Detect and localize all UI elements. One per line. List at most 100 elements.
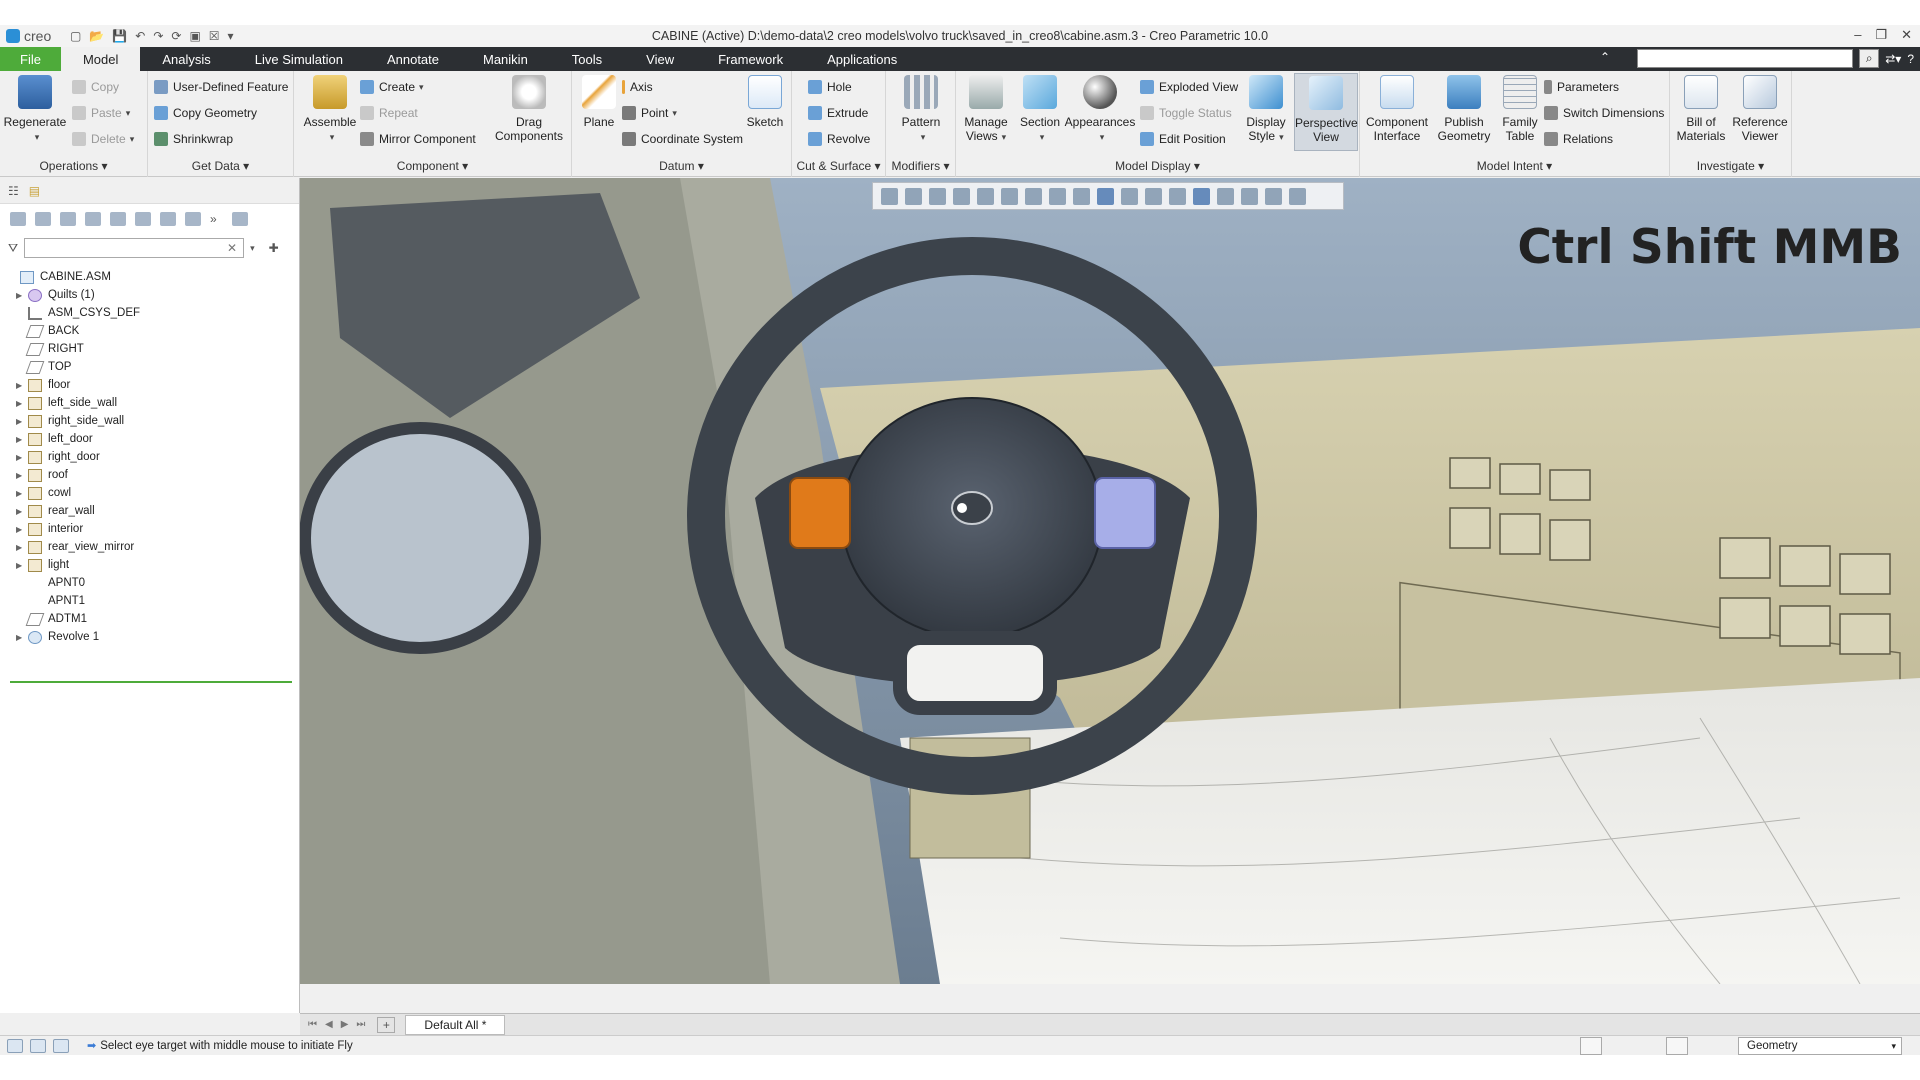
explode-icon[interactable] (1193, 187, 1210, 205)
tree-settings-icon[interactable] (10, 212, 26, 226)
view-manager-icon[interactable] (1025, 187, 1042, 205)
regenerate-button[interactable]: Regenerate ▾ (3, 75, 67, 144)
expand-arrow-icon[interactable]: ▶ (16, 543, 28, 552)
close-button[interactable]: ✕ (1901, 27, 1912, 43)
tab-default-all[interactable]: Default All * (405, 1014, 506, 1035)
reference-viewer-button[interactable]: Reference Viewer (1730, 75, 1790, 143)
component-interface-button[interactable]: Component Interface (1362, 75, 1432, 143)
tree-item-apnt1[interactable]: APNT1 (0, 592, 299, 610)
group-datum-label[interactable]: Datum ▾ (572, 159, 791, 173)
tree-item-roof[interactable]: ▶ roof (0, 466, 299, 484)
tree-filter-icon[interactable] (110, 212, 126, 226)
tree-item-rear-view-mirror[interactable]: ▶ rear_view_mirror (0, 538, 299, 556)
toggle-navigator-icon[interactable] (7, 1038, 23, 1053)
minimize-button[interactable]: – (1854, 27, 1861, 43)
expand-arrow-icon[interactable]: ▶ (16, 381, 28, 390)
tree-item-floor[interactable]: ▶ floor (0, 376, 299, 394)
expand-arrow-icon[interactable]: ▶ (16, 435, 28, 444)
tree-item-light[interactable]: ▶ light (0, 556, 299, 574)
annotation-display-icon[interactable] (1121, 187, 1138, 205)
perspective-icon[interactable] (1049, 187, 1066, 205)
prev-tab-icon[interactable]: ◀ (325, 1019, 333, 1030)
close-toolbar-icon[interactable] (1289, 187, 1306, 205)
tab-applications[interactable]: Applications (805, 47, 919, 71)
group-get-data-label[interactable]: Get Data ▾ (148, 159, 293, 173)
tab-framework[interactable]: Framework (696, 47, 805, 71)
customize-icon[interactable]: ▾ (228, 29, 234, 43)
overflow-chevron-icon[interactable]: » (210, 212, 217, 226)
tree-item-right[interactable]: RIGHT (0, 340, 299, 358)
restore-button[interactable]: ❐ (1875, 27, 1887, 43)
copy-button[interactable]: Copy (72, 77, 119, 97)
model-tree-tab-icon[interactable]: ☷ (8, 184, 19, 198)
switch-dimensions-button[interactable]: Switch Dimensions (1544, 103, 1664, 123)
search-input[interactable] (1637, 49, 1854, 68)
expand-arrow-icon[interactable]: ▶ (16, 471, 28, 480)
tab-model[interactable]: Model (60, 47, 141, 71)
group-model-display-label[interactable]: Model Display ▾ (956, 159, 1359, 173)
revolve-button[interactable]: Revolve (808, 129, 870, 149)
funnel-icon[interactable]: ⛛ (8, 241, 18, 256)
folder-browser-tab-icon[interactable]: ▤ (29, 184, 40, 198)
tree-item-apnt0[interactable]: APNT0 (0, 574, 299, 592)
find-icon[interactable] (1580, 1037, 1602, 1055)
tab-tools[interactable]: Tools (550, 47, 624, 71)
manage-views-button[interactable]: Manage Views ▾ (958, 75, 1014, 144)
tab-annotate[interactable]: Annotate (365, 47, 461, 71)
expand-arrow-icon[interactable]: ▶ (16, 525, 28, 534)
selection-filter-select[interactable]: Geometry ▾ (1738, 1037, 1902, 1055)
tree-expand-icon[interactable] (35, 212, 51, 226)
expand-arrow-icon[interactable]: ▶ (16, 633, 28, 642)
shrinkwrap-button[interactable]: Shrinkwrap (154, 129, 233, 149)
spin-center-icon[interactable] (1073, 187, 1090, 205)
truck-cab-model[interactable] (300, 178, 1920, 984)
search-dropdown-icon[interactable]: ▾ (250, 243, 255, 254)
tab-live-simulation[interactable]: Live Simulation (233, 47, 365, 71)
right-spoke-buttons[interactable] (1094, 477, 1156, 549)
full-screen-icon[interactable] (53, 1038, 69, 1053)
windows-icon[interactable]: ▣ (189, 29, 200, 43)
copy-geometry-button[interactable]: Copy Geometry (154, 103, 257, 123)
datum-display-icon[interactable] (1097, 187, 1114, 205)
tree-item-left-side-wall[interactable]: ▶ left_side_wall (0, 394, 299, 412)
tree-item-interior[interactable]: ▶ interior (0, 520, 299, 538)
expand-arrow-icon[interactable]: ▶ (16, 291, 28, 300)
user-defined-feature-button[interactable]: User-Defined Feature (154, 77, 288, 97)
left-spoke-buttons[interactable] (789, 477, 851, 549)
edit-position-button[interactable]: Edit Position (1140, 129, 1226, 149)
tree-item-quilts-1[interactable]: ▶ Quilts (1) (0, 286, 299, 304)
help-icon[interactable]: ? (1907, 52, 1914, 66)
tree-item-back[interactable]: BACK (0, 322, 299, 340)
tab-file[interactable]: File (0, 47, 61, 71)
section-toggle-icon[interactable] (1169, 187, 1186, 205)
pause-icon[interactable] (1265, 187, 1282, 205)
selection-list-icon[interactable] (1666, 1037, 1688, 1055)
extrude-button[interactable]: Extrude (808, 103, 868, 123)
tree-more-icon[interactable] (185, 212, 201, 226)
point-button[interactable]: Point ▾ (622, 103, 677, 123)
publish-geometry-button[interactable]: Publish Geometry (1432, 75, 1496, 143)
toggle-status-button[interactable]: Toggle Status (1140, 103, 1232, 123)
tree-collapse-icon[interactable] (60, 212, 76, 226)
tree-columns-icon[interactable] (85, 212, 101, 226)
drag-components-button[interactable]: Drag Components (490, 75, 568, 143)
tree-options-icon[interactable] (231, 212, 248, 226)
appearances-button[interactable]: Appearances ▾ (1064, 75, 1136, 144)
group-component-label[interactable]: Component ▾ (294, 159, 571, 173)
group-investigate-label[interactable]: Investigate ▾ (1670, 159, 1791, 173)
first-tab-icon[interactable]: ⏮ (308, 1019, 317, 1030)
tree-layers-icon[interactable] (160, 212, 176, 226)
sketch-display-icon[interactable] (1145, 187, 1162, 205)
lightweight-icon[interactable] (1241, 187, 1258, 205)
tree-item-rear-wall[interactable]: ▶ rear_wall (0, 502, 299, 520)
display-style-button[interactable]: Display Style ▾ (1238, 75, 1294, 144)
expand-arrow-icon[interactable]: ▶ (16, 453, 28, 462)
appearance-icon[interactable] (1217, 187, 1234, 205)
expand-arrow-icon[interactable]: ▶ (16, 399, 28, 408)
family-table-button[interactable]: Family Table (1496, 75, 1544, 143)
repeat-button[interactable]: Repeat (360, 103, 418, 123)
clear-search-icon[interactable]: ✕ (227, 241, 237, 255)
tree-search-input[interactable]: ✕ (24, 238, 245, 258)
refit-icon[interactable] (881, 187, 898, 205)
group-modifiers-label[interactable]: Modifiers ▾ (886, 159, 955, 173)
